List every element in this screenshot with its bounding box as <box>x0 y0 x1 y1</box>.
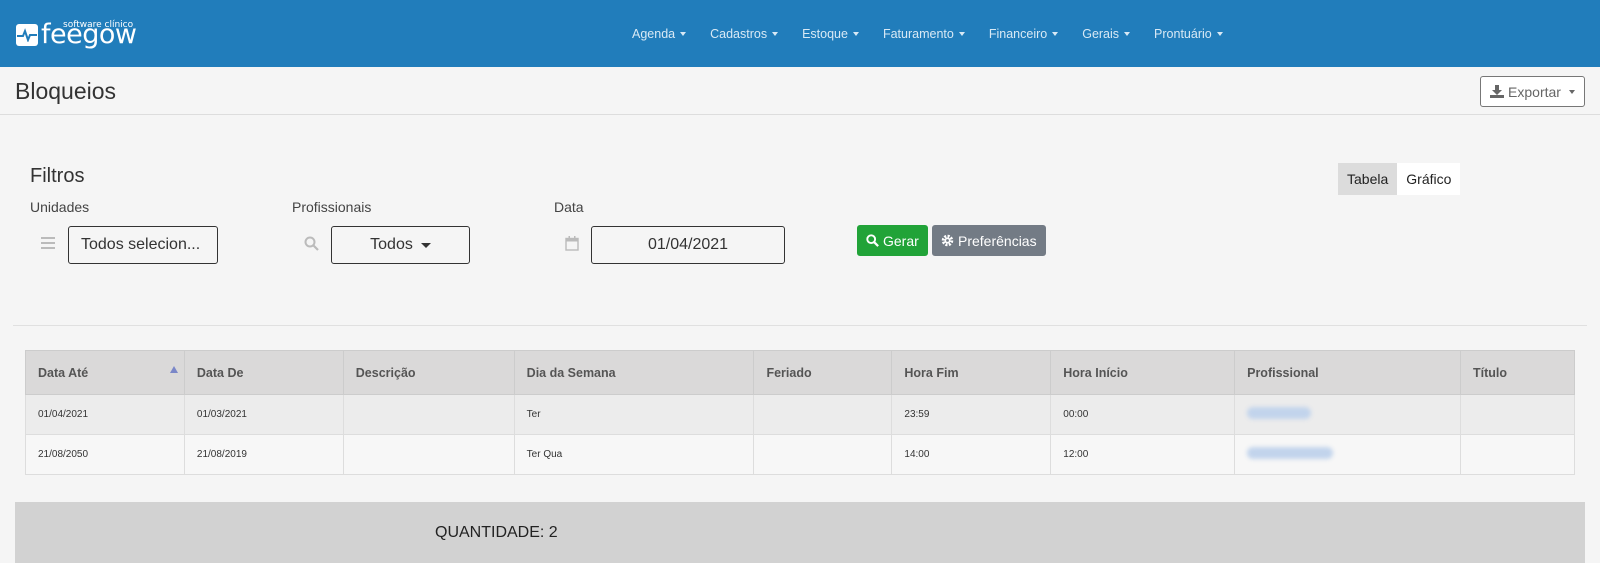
cell-data-ate: 21/08/2050 <box>25 434 185 475</box>
column-header[interactable]: Título <box>1459 350 1576 395</box>
top-navbar: software clínico feegow Agenda Cadastros… <box>0 0 1600 67</box>
column-header[interactable]: Data Até <box>25 350 185 395</box>
cell-hora-fim: 14:00 <box>891 434 1052 475</box>
nav-faturamento[interactable]: Faturamento <box>883 27 965 41</box>
export-button[interactable]: Exportar <box>1480 76 1585 107</box>
cell-descricao <box>342 394 515 435</box>
data-label: Data <box>554 199 584 215</box>
cell-hora-inicio: 12:00 <box>1050 434 1236 475</box>
cell-dia-semana: Ter <box>513 394 755 435</box>
quantity-summary: QUANTIDADE: 2 <box>435 524 558 541</box>
cell-data-de: 21/08/2019 <box>183 434 344 475</box>
caret-down-icon <box>1124 31 1131 36</box>
redacted-professional-link[interactable] <box>1247 407 1312 419</box>
unidades-select[interactable]: Todos selecion... <box>68 226 218 264</box>
gerar-button[interactable]: Gerar <box>857 225 928 256</box>
cell-data-ate: 01/04/2021 <box>25 394 185 435</box>
date-input[interactable]: 01/04/2021 <box>591 226 785 264</box>
column-header[interactable]: Data De <box>183 350 344 395</box>
cell-profissional <box>1234 434 1461 475</box>
cell-data-de: 01/03/2021 <box>183 394 344 435</box>
search-icon <box>866 234 879 247</box>
page-title: Bloqueios <box>15 78 117 104</box>
caret-down-icon <box>958 31 965 36</box>
column-header[interactable]: Profissional <box>1234 350 1461 395</box>
nav-cadastros[interactable]: Cadastros <box>710 27 779 41</box>
sort-asc-icon <box>169 366 178 373</box>
redacted-professional-link[interactable] <box>1247 447 1334 459</box>
main-menu: Agenda Cadastros Estoque Faturamento Fin… <box>632 0 1247 67</box>
nav-estoque[interactable]: Estoque <box>802 27 859 41</box>
table-row: 01/04/2021 01/03/2021 Ter 23:59 00:00 <box>25 394 1576 435</box>
column-header[interactable]: Descrição <box>342 350 515 395</box>
calendar-icon <box>565 236 579 251</box>
download-icon <box>1490 85 1505 98</box>
cell-hora-fim: 23:59 <box>891 394 1052 435</box>
column-header[interactable]: Feriado <box>753 350 893 395</box>
column-header[interactable]: Hora Início <box>1050 350 1236 395</box>
caret-down-icon <box>680 31 687 36</box>
gear-icon <box>941 234 954 247</box>
nav-prontuario[interactable]: Prontuário <box>1154 27 1223 41</box>
column-header[interactable]: Dia da Semana <box>513 350 755 395</box>
preferencias-button[interactable]: Preferências <box>932 225 1046 256</box>
logo-tagline: software clínico <box>63 20 134 30</box>
cell-feriado <box>753 434 893 475</box>
page-header: Bloqueios Exportar <box>0 67 1600 115</box>
nav-financeiro[interactable]: Financeiro <box>989 27 1059 41</box>
summary-box: QUANTIDADE: 2 <box>15 502 1585 563</box>
view-toggle: Tabela Gráfico <box>1338 163 1461 195</box>
tab-tabela[interactable]: Tabela <box>1338 163 1398 195</box>
cell-titulo <box>1459 434 1576 475</box>
cell-dia-semana: Ter Qua <box>513 434 755 475</box>
export-label: Exportar <box>1508 83 1561 100</box>
cell-descricao <box>342 434 515 475</box>
cell-feriado <box>753 394 893 435</box>
pulse-icon <box>16 24 38 46</box>
filters-title: Filtros <box>30 165 85 187</box>
table-row: 21/08/2050 21/08/2019 Ter Qua 14:00 12:0… <box>25 434 1576 475</box>
bloqueios-table: Data Até Data De Descrição Dia da Semana… <box>25 350 1576 475</box>
nav-gerais[interactable]: Gerais <box>1082 27 1131 41</box>
list-icon <box>41 237 55 249</box>
unidades-label: Unidades <box>30 199 90 215</box>
caret-down-icon <box>1052 31 1059 36</box>
caret-down-icon <box>1568 89 1575 94</box>
tab-grafico[interactable]: Gráfico <box>1397 163 1461 195</box>
cell-hora-inicio: 00:00 <box>1050 394 1236 435</box>
caret-down-icon <box>420 242 431 248</box>
caret-down-icon <box>852 31 859 36</box>
profissionais-label: Profissionais <box>292 199 372 215</box>
table-header-row: Data Até Data De Descrição Dia da Semana… <box>25 350 1576 395</box>
cell-titulo <box>1459 394 1576 435</box>
caret-down-icon <box>772 31 779 36</box>
feegow-logo[interactable]: software clínico feegow <box>16 14 137 48</box>
caret-down-icon <box>1216 31 1223 36</box>
cell-profissional <box>1234 394 1461 435</box>
column-header[interactable]: Hora Fim <box>891 350 1052 395</box>
search-icon <box>304 236 319 251</box>
section-divider <box>13 325 1587 326</box>
nav-agenda[interactable]: Agenda <box>632 27 687 41</box>
profissionais-select[interactable]: Todos <box>331 226 470 264</box>
